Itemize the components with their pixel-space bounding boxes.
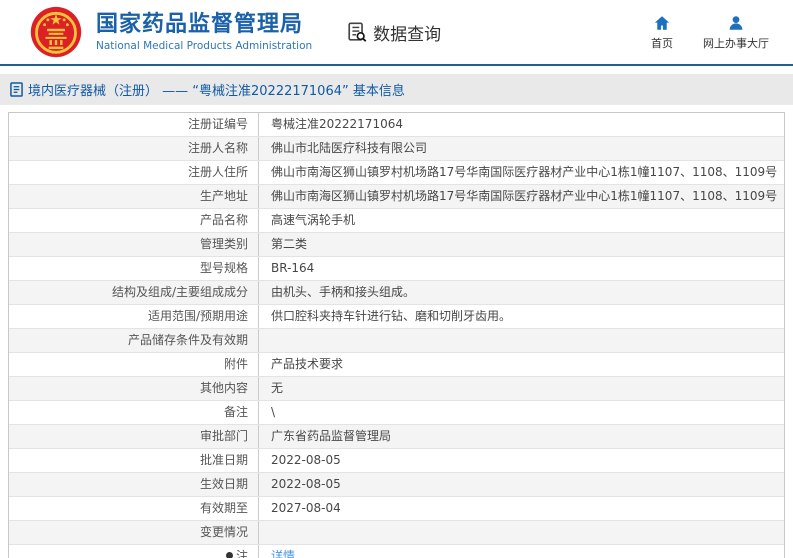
row-value: 佛山市南海区狮山镇罗村机场路17号华南国际医疗器材产业中心1栋1幢1107、11… bbox=[259, 185, 784, 208]
row-label: 注册证编号 bbox=[9, 113, 259, 136]
table-row: 注 详情 bbox=[9, 544, 784, 558]
row-value: 2022-08-05 bbox=[259, 449, 784, 472]
document-icon bbox=[10, 82, 23, 97]
nav-item-home[interactable]: 首页 bbox=[651, 14, 673, 51]
row-label: 生产地址 bbox=[9, 185, 259, 208]
row-label: 批准日期 bbox=[9, 449, 259, 472]
header-nav: 首页 网上办事大厅 bbox=[651, 14, 769, 51]
row-label: 适用范围/预期用途 bbox=[9, 305, 259, 328]
person-icon bbox=[727, 14, 745, 32]
row-value: 广东省药品监督管理局 bbox=[259, 425, 784, 448]
row-label: 注册人住所 bbox=[9, 161, 259, 184]
row-value: 第二类 bbox=[259, 233, 784, 256]
table-row: 管理类别第二类 bbox=[9, 232, 784, 256]
row-value: BR-164 bbox=[259, 257, 784, 280]
table-row: 注册证编号粤械注准20222171064 bbox=[9, 113, 784, 136]
document-search-icon bbox=[346, 21, 368, 43]
row-value: 佛山市南海区狮山镇罗村机场路17号华南国际医疗器材产业中心1栋1幢1107、11… bbox=[259, 161, 784, 184]
row-value: 2022-08-05 bbox=[259, 473, 784, 496]
row-label: 变更情况 bbox=[9, 521, 259, 544]
row-label: 有效期至 bbox=[9, 497, 259, 520]
brand: 国家药品监督管理局 National Medical Products Admi… bbox=[30, 6, 312, 58]
row-value: 产品技术要求 bbox=[259, 353, 784, 376]
table-row: 生产地址佛山市南海区狮山镇罗村机场路17号华南国际医疗器材产业中心1栋1幢110… bbox=[9, 184, 784, 208]
data-query-button[interactable]: 数据查询 bbox=[346, 20, 441, 45]
header: 国家药品监督管理局 National Medical Products Admi… bbox=[0, 0, 793, 66]
table-row: 其他内容无 bbox=[9, 376, 784, 400]
table-row: 变更情况 bbox=[9, 520, 784, 544]
info-table: 注册证编号粤械注准20222171064注册人名称佛山市北陆医疗科技有限公司注册… bbox=[8, 112, 785, 558]
data-query-label: 数据查询 bbox=[373, 20, 441, 45]
row-label: 产品名称 bbox=[9, 209, 259, 232]
table-row: 审批部门广东省药品监督管理局 bbox=[9, 424, 784, 448]
table-row: 产品名称高速气涡轮手机 bbox=[9, 208, 784, 232]
breadcrumb: 境内医疗器械（注册） —— “粤械注准20222171064” 基本信息 bbox=[0, 74, 793, 105]
table-row: 适用范围/预期用途供口腔科夹持车针进行钻、磨和切削牙齿用。 bbox=[9, 304, 784, 328]
bulb-icon bbox=[226, 552, 233, 558]
table-row: 批准日期2022-08-05 bbox=[9, 448, 784, 472]
row-value: 高速气涡轮手机 bbox=[259, 209, 784, 232]
row-label: 其他内容 bbox=[9, 377, 259, 400]
row-label: 备注 bbox=[9, 401, 259, 424]
brand-text: 国家药品监督管理局 National Medical Products Admi… bbox=[96, 12, 312, 51]
row-label: 产品储存条件及有效期 bbox=[9, 329, 259, 352]
row-value: 供口腔科夹持车针进行钻、磨和切削牙齿用。 bbox=[259, 305, 784, 328]
row-value bbox=[259, 521, 784, 544]
row-value: 2027-08-04 bbox=[259, 497, 784, 520]
home-icon bbox=[653, 14, 671, 32]
row-label: 附件 bbox=[9, 353, 259, 376]
row-label: 审批部门 bbox=[9, 425, 259, 448]
row-label: 注册人名称 bbox=[9, 137, 259, 160]
row-label: 注 bbox=[9, 545, 259, 558]
row-value: 粤械注准20222171064 bbox=[259, 113, 784, 136]
table-row: 产品储存条件及有效期 bbox=[9, 328, 784, 352]
row-label: 型号规格 bbox=[9, 257, 259, 280]
table-row: 结构及组成/主要组成成分由机头、手柄和接头组成。 bbox=[9, 280, 784, 304]
row-label: 生效日期 bbox=[9, 473, 259, 496]
nav-label: 网上办事大厅 bbox=[703, 35, 769, 51]
row-value: 佛山市北陆医疗科技有限公司 bbox=[259, 137, 784, 160]
row-value: 由机头、手柄和接头组成。 bbox=[259, 281, 784, 304]
details-link[interactable]: 详情 bbox=[271, 549, 295, 558]
row-value: 详情 bbox=[259, 545, 784, 558]
row-value bbox=[259, 329, 784, 352]
row-value: 无 bbox=[259, 377, 784, 400]
table-row: 型号规格BR-164 bbox=[9, 256, 784, 280]
table-row: 备注\ bbox=[9, 400, 784, 424]
table-row: 注册人名称佛山市北陆医疗科技有限公司 bbox=[9, 136, 784, 160]
org-name: 国家药品监督管理局 bbox=[96, 12, 312, 37]
nav-item-service-hall[interactable]: 网上办事大厅 bbox=[703, 14, 769, 51]
breadcrumb-text: 境内医疗器械（注册） —— “粤械注准20222171064” 基本信息 bbox=[28, 80, 405, 99]
nav-label: 首页 bbox=[651, 35, 673, 51]
table-row: 生效日期2022-08-05 bbox=[9, 472, 784, 496]
table-row: 注册人住所佛山市南海区狮山镇罗村机场路17号华南国际医疗器材产业中心1栋1幢11… bbox=[9, 160, 784, 184]
table-row: 附件产品技术要求 bbox=[9, 352, 784, 376]
row-label: 结构及组成/主要组成成分 bbox=[9, 281, 259, 304]
org-name-en: National Medical Products Administration bbox=[96, 40, 312, 52]
row-label: 管理类别 bbox=[9, 233, 259, 256]
row-value: \ bbox=[259, 401, 784, 424]
table-row: 有效期至2027-08-04 bbox=[9, 496, 784, 520]
national-emblem-icon bbox=[30, 6, 82, 58]
